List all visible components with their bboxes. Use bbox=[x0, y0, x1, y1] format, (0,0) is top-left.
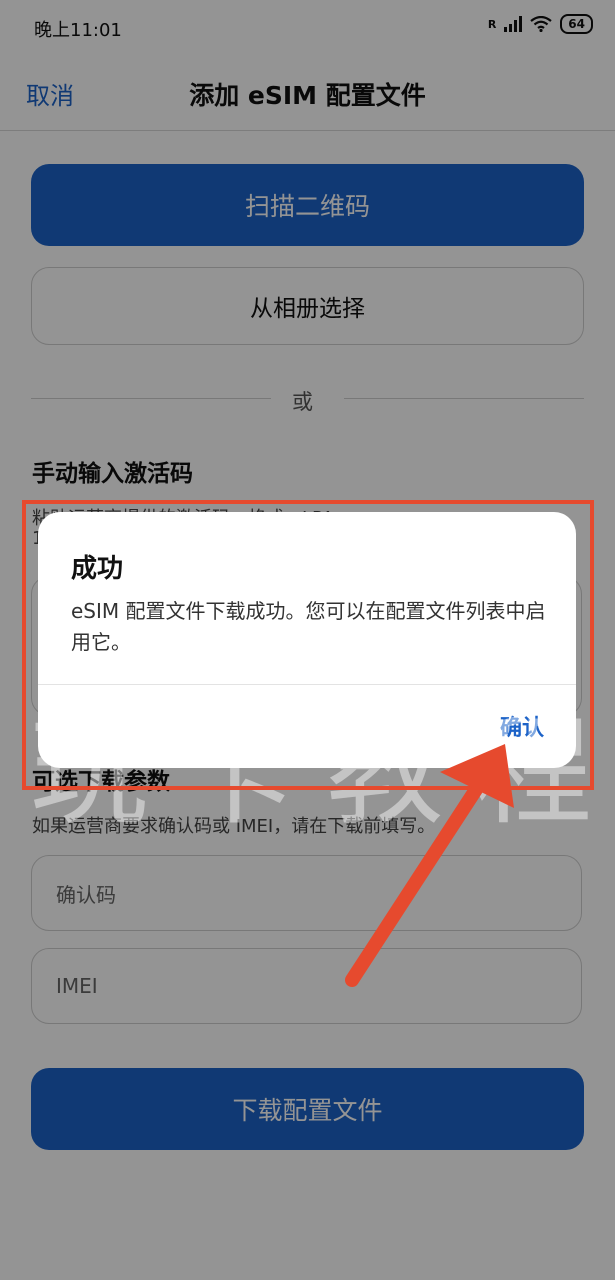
annotation-arrow-icon bbox=[345, 744, 514, 987]
